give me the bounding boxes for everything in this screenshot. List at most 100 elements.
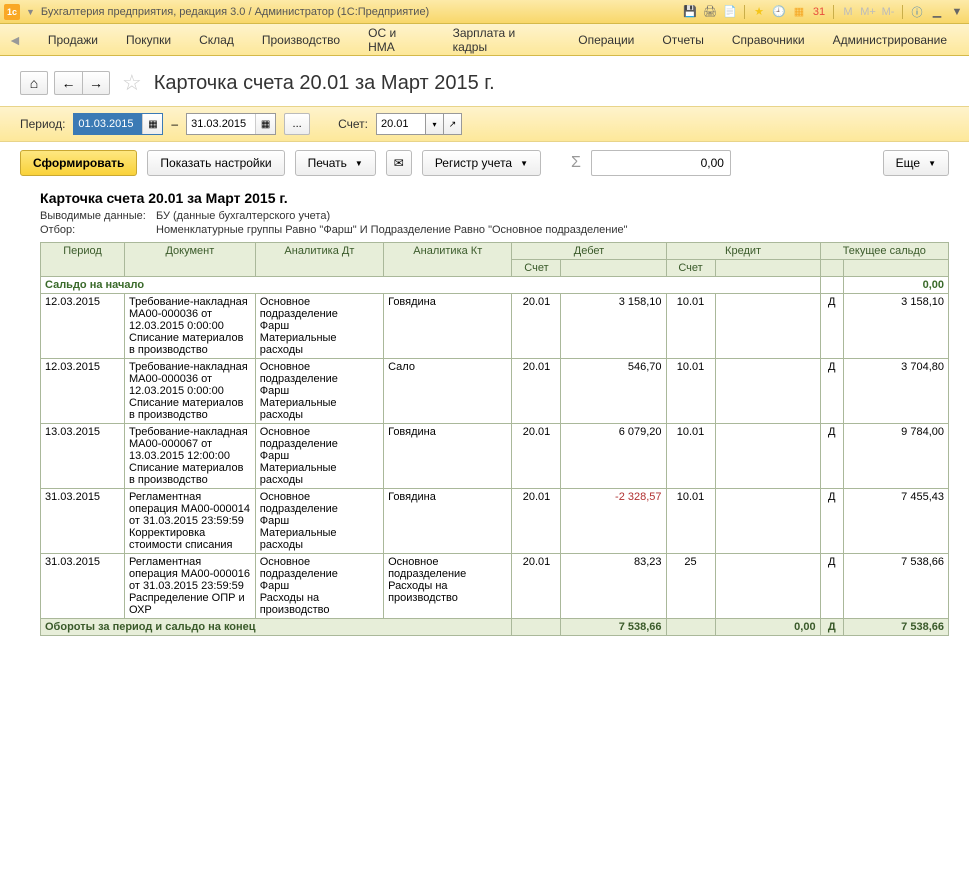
print-button[interactable]: Печать▼ — [295, 150, 376, 176]
menu-admin[interactable]: Администрирование — [819, 33, 961, 47]
register-button[interactable]: Регистр учета▼ — [422, 150, 541, 176]
mail-button[interactable]: ✉ — [386, 150, 412, 176]
opening-value: 0,00 — [843, 277, 948, 294]
totals-dc: Д — [820, 619, 843, 636]
table-cell: Д — [820, 294, 843, 359]
table-cell: 546,70 — [561, 359, 666, 424]
m-minus-icon[interactable]: M- — [880, 4, 896, 20]
th-debit: Дебет — [512, 243, 666, 260]
history-icon[interactable]: 🕘 — [771, 4, 787, 20]
totals-row: Обороты за период и сальдо на конец7 538… — [41, 619, 949, 636]
th-dt: Аналитика Дт — [255, 243, 383, 277]
page-header: ⌂ ← → ☆ Карточка счета 20.01 за Март 201… — [0, 56, 969, 106]
titlebar: 1c ▼ Бухгалтерия предприятия, редакция 3… — [0, 0, 969, 24]
menu-payroll[interactable]: Зарплата и кадры — [439, 26, 565, 54]
totals-credit: 0,00 — [715, 619, 820, 636]
table-cell: Говядина — [384, 294, 512, 359]
help-icon[interactable]: ⓘ — [909, 4, 925, 20]
table-cell: 9 784,00 — [843, 424, 948, 489]
titlebar-toolbar: 💾 🖨 📄 ★ 🕘 ▦ 31 M M+ M- ⓘ ▁ ▼ — [682, 4, 965, 20]
date-to-input[interactable] — [187, 114, 255, 134]
report-output-row: Выводимые данные: БУ (данные бухгалтерск… — [40, 210, 949, 222]
menu-production[interactable]: Производство — [248, 33, 354, 47]
save-icon[interactable]: 💾 — [682, 4, 698, 20]
menu-prev-icon[interactable]: ◄ — [8, 32, 22, 48]
menu-warehouse[interactable]: Склад — [185, 33, 248, 47]
table-cell: Д — [820, 359, 843, 424]
generate-button[interactable]: Сформировать — [20, 150, 137, 176]
table-cell: 3 704,80 — [843, 359, 948, 424]
table-cell: Регламентная операция МА00-000016 от 31.… — [125, 554, 256, 619]
m-plus-icon[interactable]: M+ — [860, 4, 876, 20]
home-button[interactable]: ⌂ — [20, 71, 48, 95]
star-icon[interactable]: ★ — [751, 4, 767, 20]
table-cell: Говядина — [384, 424, 512, 489]
show-settings-button[interactable]: Показать настройки — [147, 150, 284, 176]
table-cell: Регламентная операция МА00-000014 от 31.… — [125, 489, 256, 554]
table-cell — [715, 554, 820, 619]
doc-icon[interactable]: 📄 — [722, 4, 738, 20]
m-icon[interactable]: M — [840, 4, 856, 20]
totals-balance: 7 538,66 — [843, 619, 948, 636]
dropdown-icon[interactable]: ▼ — [26, 7, 35, 17]
menu-operations[interactable]: Операции — [564, 33, 648, 47]
table-cell: 83,23 — [561, 554, 666, 619]
menu-sales[interactable]: Продажи — [34, 33, 112, 47]
close-icon[interactable]: ▼ — [949, 4, 965, 20]
action-bar: Сформировать Показать настройки Печать▼ … — [0, 142, 969, 184]
account-field[interactable]: ▾ ↗ — [376, 113, 462, 135]
table-cell: 3 158,10 — [561, 294, 666, 359]
table-cell: 7 455,43 — [843, 489, 948, 554]
th-dc — [820, 260, 843, 277]
calc-icon[interactable]: ▦ — [791, 4, 807, 20]
back-button[interactable]: ← — [54, 71, 82, 95]
th-credit-acct: Счет — [666, 260, 715, 277]
table-cell: 12.03.2015 — [41, 294, 125, 359]
calendar-icon[interactable]: 31 — [811, 4, 827, 20]
more-button[interactable]: Еще▼ — [883, 150, 949, 176]
opening-label: Сальдо на начало — [41, 277, 821, 294]
th-period: Период — [41, 243, 125, 277]
period-select-button[interactable]: ... — [284, 113, 310, 135]
table-row: 12.03.2015Требование-накладная МА00-0000… — [41, 294, 949, 359]
table-cell: 31.03.2015 — [41, 489, 125, 554]
th-balance: Текущее сальдо — [820, 243, 948, 260]
table-cell: 20.01 — [512, 554, 561, 619]
filter-bar: Период: ▦ – ▦ ... Счет: ▾ ↗ — [0, 106, 969, 142]
totals-debit: 7 538,66 — [561, 619, 666, 636]
account-open-icon[interactable]: ↗ — [444, 113, 462, 135]
forward-button[interactable]: → — [82, 71, 110, 95]
calendar-to-icon[interactable]: ▦ — [255, 114, 275, 134]
menu-references[interactable]: Справочники — [718, 33, 819, 47]
print-icon[interactable]: 🖨 — [702, 4, 718, 20]
menu-assets[interactable]: ОС и НМА — [354, 26, 438, 54]
sum-input[interactable] — [591, 150, 731, 176]
table-cell — [715, 424, 820, 489]
menu-reports[interactable]: Отчеты — [648, 33, 717, 47]
opening-row: Сальдо на начало 0,00 — [41, 277, 949, 294]
minimize-icon[interactable]: ▁ — [929, 4, 945, 20]
table-cell: 3 158,10 — [843, 294, 948, 359]
th-kt: Аналитика Кт — [384, 243, 512, 277]
table-cell — [715, 359, 820, 424]
date-from-input[interactable] — [74, 114, 142, 134]
account-input[interactable] — [376, 113, 426, 135]
table-cell: Требование-накладная МА00-000036 от 12.0… — [125, 294, 256, 359]
table-cell: -2 328,57 — [561, 489, 666, 554]
favorite-icon[interactable]: ☆ — [122, 70, 142, 96]
th-credit: Кредит — [666, 243, 820, 260]
date-to-field[interactable]: ▦ — [186, 113, 276, 135]
report-table: Период Документ Аналитика Дт Аналитика К… — [40, 242, 949, 636]
table-row: 13.03.2015Требование-накладная МА00-0000… — [41, 424, 949, 489]
table-cell: Сало — [384, 359, 512, 424]
table-cell: Основное подразделение Фарш Материальные… — [255, 359, 383, 424]
table-row: 31.03.2015Регламентная операция МА00-000… — [41, 489, 949, 554]
calendar-from-icon[interactable]: ▦ — [142, 114, 162, 134]
date-from-field[interactable]: ▦ — [73, 113, 163, 135]
main-menu: ◄ Продажи Покупки Склад Производство ОС … — [0, 24, 969, 56]
table-cell: Основное подразделение Фарш Материальные… — [255, 489, 383, 554]
table-cell: Основное подразделение Фарш Материальные… — [255, 294, 383, 359]
account-dropdown-icon[interactable]: ▾ — [426, 113, 444, 135]
menu-purchases[interactable]: Покупки — [112, 33, 185, 47]
table-cell — [715, 294, 820, 359]
